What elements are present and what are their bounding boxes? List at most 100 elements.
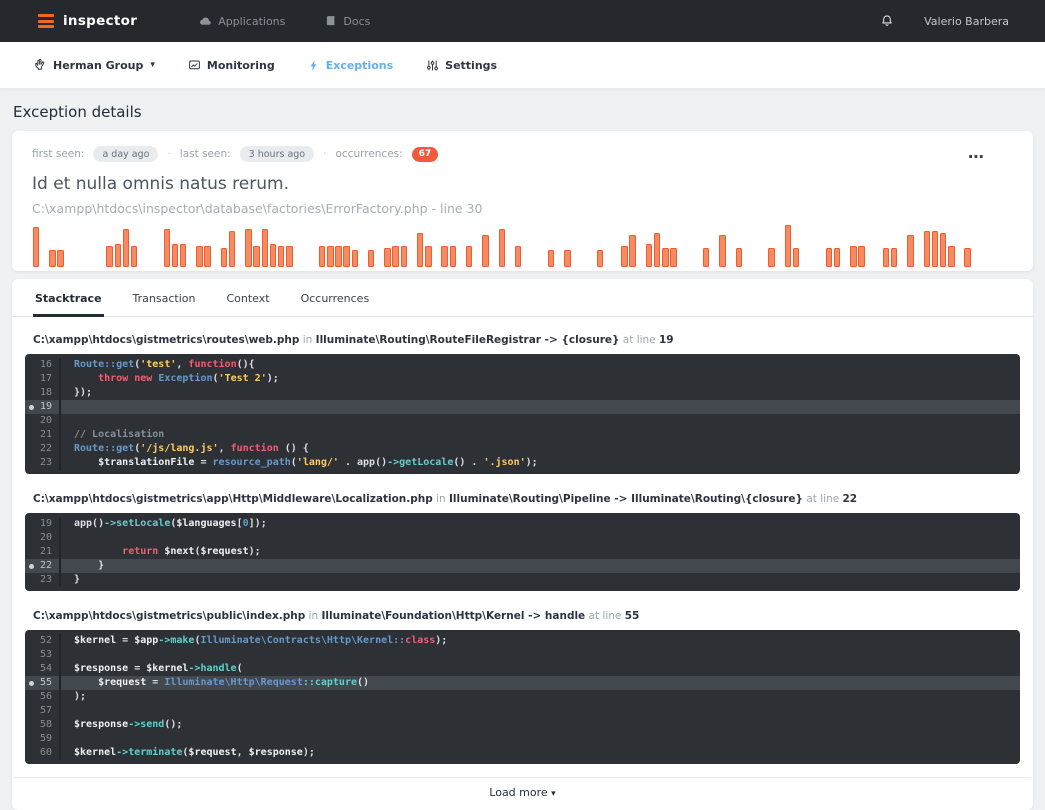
stack-frame: C:\xampp\htdocs\gistmetrics\app\Http\Mid… <box>25 487 1020 591</box>
code-line: 52 $kernel = $app->make(Illuminate\Contra… <box>25 634 1020 648</box>
chart-slot <box>882 248 890 267</box>
current-line-dot <box>29 680 34 686</box>
code-token-str: 'lang/' <box>296 457 339 468</box>
code-token-pln <box>74 457 98 468</box>
code-token-var: $request <box>188 747 237 758</box>
line-number-gutter: 54 <box>25 662 61 676</box>
nav-applications[interactable]: Applications <box>199 15 285 28</box>
tab-monitoring[interactable]: Monitoring <box>188 59 275 72</box>
tab-transaction[interactable]: Transaction <box>131 279 198 317</box>
brand-text: inspector <box>63 13 138 29</box>
chart-slot <box>351 250 359 267</box>
line-number-gutter: 22 <box>25 559 61 573</box>
code-token-pln: (); <box>164 719 183 730</box>
chart-bar <box>179 244 187 267</box>
more-options-icon[interactable]: ⋯ <box>968 149 985 165</box>
code-token-var: $response <box>74 719 129 730</box>
code-token-pln: = <box>194 457 213 468</box>
frame-header: C:\xampp\htdocs\gistmetrics\app\Http\Mid… <box>25 487 1020 513</box>
line-number-gutter: 19 <box>25 400 61 414</box>
chart-bar <box>907 235 914 267</box>
chart-bar <box>253 246 260 267</box>
frame-in-label: in <box>305 610 322 622</box>
first-seen-label: first seen: <box>32 148 85 160</box>
chart-slot <box>114 244 122 267</box>
tab-occurrences[interactable]: Occurrences <box>299 279 372 317</box>
chart-slot <box>416 233 424 267</box>
chart-bar <box>196 246 203 267</box>
code-content: $kernel->terminate($request, $response); <box>61 746 315 760</box>
code-token-pln: = <box>116 635 135 646</box>
code-token-var: $languages <box>176 518 237 529</box>
brand[interactable]: inspector <box>38 12 137 31</box>
load-more-button[interactable]: Load more ▾ <box>14 777 1031 810</box>
code-token-pln: = <box>128 663 147 674</box>
code-token-var: $kernel <box>74 635 117 646</box>
code-token-var: $kernel <box>146 663 189 674</box>
chart-slot <box>890 248 898 267</box>
group-selector[interactable]: Herman Group ▾ <box>33 58 155 72</box>
user-name[interactable]: Valerio Barbera <box>924 15 1009 28</box>
chart-bar <box>335 246 342 267</box>
code-token-pln: , <box>236 747 249 758</box>
line-number-gutter: 23 <box>25 573 61 587</box>
chart-bar <box>277 246 285 267</box>
code-content: } <box>61 559 104 573</box>
code-line: 60 $kernel->terminate($request, $response… <box>25 746 1020 760</box>
code-line: 23 $translationFile = resource_path('lan… <box>25 456 1020 470</box>
frame-in-label: in <box>299 334 316 346</box>
code-token-pln: app() <box>74 518 105 529</box>
tab-settings[interactable]: Settings <box>426 59 497 72</box>
code-token-pln: } <box>74 560 105 571</box>
code-line: 56); <box>25 690 1020 704</box>
code-token-pln: ); <box>302 747 315 758</box>
chart-bar <box>498 229 506 267</box>
chart-slot <box>735 248 743 267</box>
meta-separator: · <box>323 148 327 160</box>
notifications-bell-icon[interactable] <box>880 14 894 28</box>
chart-slot <box>220 248 228 267</box>
chart-bar <box>449 246 457 267</box>
chart-bar <box>130 246 138 267</box>
code-block: 19 app()->setLocale($languages[0]); 20 21 r… <box>25 513 1020 591</box>
tab-exceptions[interactable]: Exceptions <box>308 59 393 72</box>
meta-separator: · <box>167 148 171 160</box>
code-token-pln: ); <box>435 635 448 646</box>
code-line: 18}); <box>25 386 1020 400</box>
frame-file: C:\xampp\htdocs\gistmetrics\routes\web.p… <box>33 334 300 346</box>
chart-bar <box>948 246 955 267</box>
code-token-var: $app <box>134 635 159 646</box>
chart-slot <box>383 248 391 267</box>
nav-docs[interactable]: Docs <box>325 15 370 28</box>
code-line: 19 <box>25 400 1020 414</box>
code-token-pln: }); <box>74 387 93 398</box>
chart-slot <box>130 246 138 267</box>
chart-bar <box>163 229 171 267</box>
code-token-pln: () <box>357 677 370 688</box>
code-token-kw: function <box>188 359 237 370</box>
chart-slot <box>228 231 236 267</box>
chart-bar <box>220 248 228 267</box>
chart-bar <box>596 250 604 267</box>
chart-slot <box>179 244 187 267</box>
chart-bar <box>269 244 277 267</box>
line-number-gutter: 21 <box>25 545 61 559</box>
chart-slot <box>767 248 775 267</box>
chart-slot <box>629 235 637 267</box>
code-line: 57 <box>25 704 1020 718</box>
line-number-gutter: 60 <box>25 746 61 760</box>
chart-bar <box>57 250 64 267</box>
chart-bar <box>939 233 947 267</box>
frame-line-number: 19 <box>658 334 674 346</box>
code-token-pln: , <box>218 443 231 454</box>
chart-bar <box>343 246 350 267</box>
chart-bar <box>286 246 293 267</box>
tab-stacktrace[interactable]: Stacktrace <box>33 279 104 317</box>
tab-context[interactable]: Context <box>224 279 271 317</box>
chart-slot <box>326 246 334 267</box>
chart-slot <box>481 235 489 267</box>
line-number-gutter: 21 <box>25 428 61 442</box>
code-token-pln <box>74 677 98 688</box>
code-token-cmt: // Localisation <box>74 429 165 440</box>
occurrences-sparkline-chart <box>32 225 1013 267</box>
